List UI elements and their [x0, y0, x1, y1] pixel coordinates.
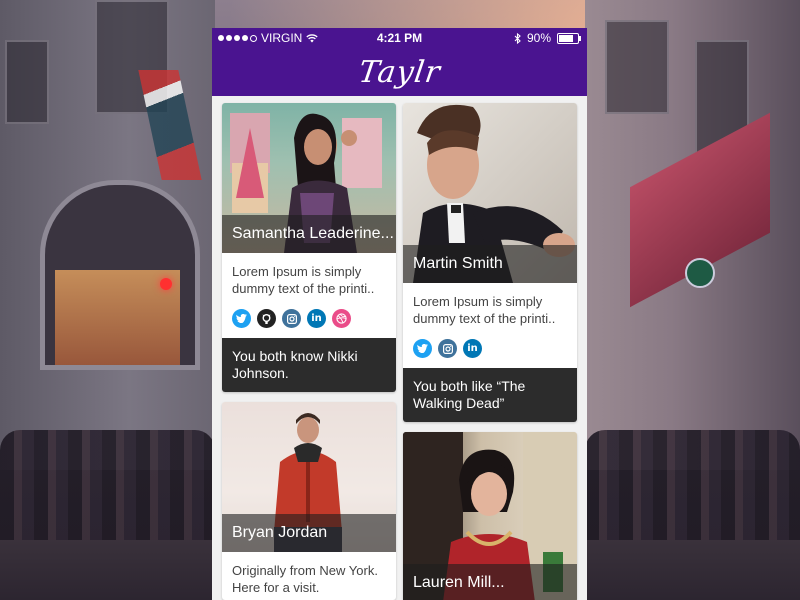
profile-card[interactable]: Martin Smith Lorem Ipsum is simply dummy…	[403, 103, 577, 422]
profile-card[interactable]: Samantha Leaderine... Lorem Ipsum is sim…	[222, 103, 396, 392]
twitter-icon[interactable]	[232, 309, 251, 328]
dribbble-icon[interactable]	[332, 309, 351, 328]
profile-card[interactable]: Bryan Jordan Originally from New York. H…	[222, 402, 396, 600]
linkedin-icon[interactable]: in	[463, 339, 482, 358]
feed-column-left: Samantha Leaderine... Lorem Ipsum is sim…	[222, 103, 396, 600]
profile-photo[interactable]: Lauren Mill...	[403, 432, 577, 600]
linkedin-icon[interactable]: in	[307, 309, 326, 328]
profile-name: Lauren Mill...	[403, 564, 577, 600]
background-window	[5, 40, 49, 124]
profile-photo[interactable]: Samantha Leaderine...	[222, 103, 396, 253]
phone-screen: VIRGIN 4:21 PM 90% Taylr Samantha Leader…	[212, 28, 587, 600]
battery-percent: 90%	[526, 31, 551, 45]
background-crowd-left	[0, 430, 215, 540]
profile-feed[interactable]: Samantha Leaderine... Lorem Ipsum is sim…	[212, 96, 587, 600]
background-traffic-light	[160, 278, 172, 290]
background-starbucks-sign	[685, 258, 715, 288]
battery-fill	[559, 34, 574, 42]
app-logo: Taylr	[356, 54, 443, 90]
background-building-right	[585, 0, 800, 470]
status-right: 90%	[514, 31, 581, 45]
profile-description: Originally from New York. Here for a vis…	[232, 563, 378, 595]
mutual-connection: You both know Nikki Johnson.	[222, 338, 396, 392]
feed-column-right: Martin Smith Lorem Ipsum is simply dummy…	[403, 103, 577, 600]
profile-description: Lorem Ipsum is simply dummy text of the …	[232, 264, 375, 296]
instagram-icon[interactable]	[282, 309, 301, 328]
instagram-icon[interactable]	[438, 339, 457, 358]
profile-name: Martin Smith	[403, 245, 577, 283]
background-window	[605, 20, 669, 114]
profile-description: Lorem Ipsum is simply dummy text of the …	[413, 294, 556, 326]
social-links: in	[222, 301, 396, 338]
background-flag	[138, 70, 202, 180]
bluetooth-icon	[514, 32, 521, 44]
battery-icon	[557, 32, 581, 44]
profile-photo[interactable]: Bryan Jordan	[222, 402, 396, 552]
profile-name: Samantha Leaderine...	[222, 215, 396, 253]
mutual-connection: You both like “The Walking Dead”	[403, 368, 577, 422]
background-crowd-right	[585, 430, 800, 540]
status-bar: VIRGIN 4:21 PM 90%	[212, 28, 587, 48]
profile-name: Bryan Jordan	[222, 514, 396, 552]
github-icon[interactable]	[257, 309, 276, 328]
profile-photo[interactable]: Martin Smith	[403, 103, 577, 283]
nav-bar: Taylr	[212, 48, 587, 96]
twitter-icon[interactable]	[413, 339, 432, 358]
social-links: in	[403, 331, 577, 368]
profile-card[interactable]: Lauren Mill...	[403, 432, 577, 600]
background-building-left	[0, 0, 215, 480]
